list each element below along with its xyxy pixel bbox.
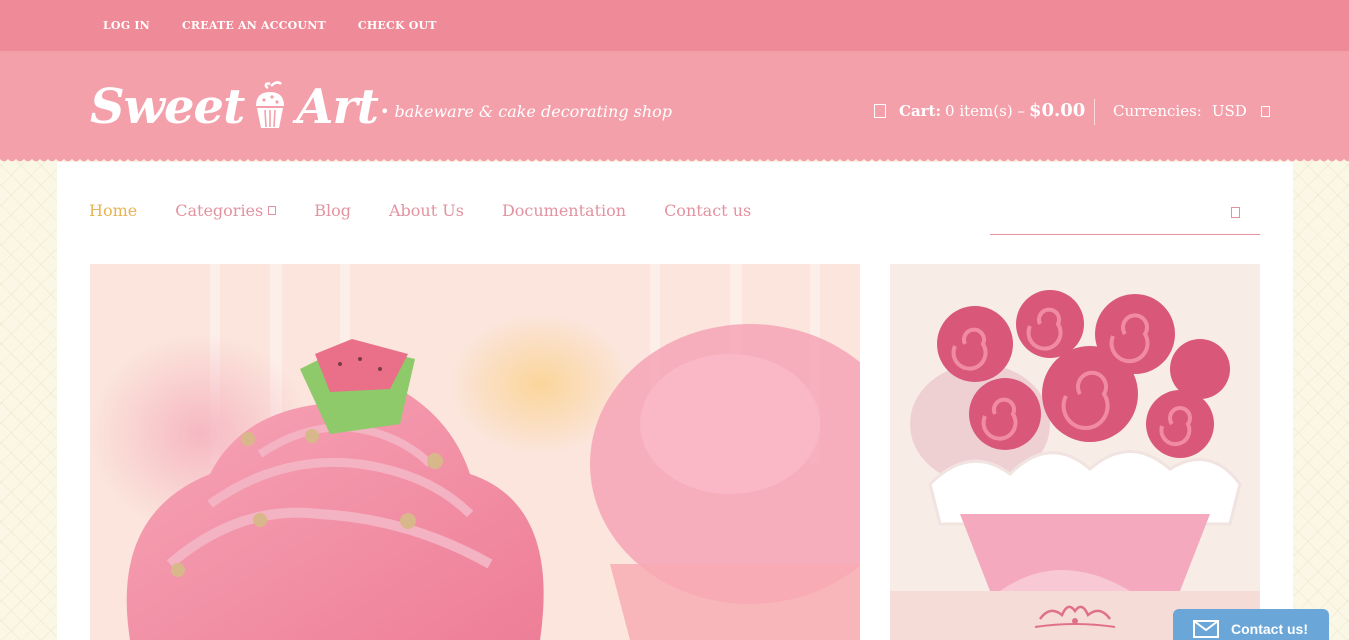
main-nav: Home Categories Blog About Us Documentat… [89, 201, 789, 220]
nav-item-home[interactable]: Home [89, 201, 137, 220]
nav-item-categories[interactable]: Categories [175, 201, 277, 220]
cart-item-count: 0 item(s) – [945, 101, 1025, 120]
site-header: Sweet Art • bakeware & cake decorating s… [0, 51, 1349, 165]
checkout-link[interactable]: CHECK OUT [358, 19, 437, 32]
nav-item-contact-us[interactable]: Contact us [664, 201, 751, 220]
chevron-down-icon [268, 206, 277, 215]
contact-widget-label: Contact us! [1231, 621, 1308, 637]
cart-label: Cart: [899, 101, 942, 120]
cupcake-photo [90, 264, 860, 640]
cart-total: $0.00 [1028, 100, 1086, 121]
cart-icon [874, 103, 886, 118]
logo-word-art: Art [296, 79, 379, 135]
search-box [990, 195, 1260, 235]
create-account-link[interactable]: CREATE AN ACCOUNT [182, 19, 326, 32]
search-input[interactable] [990, 195, 1220, 231]
search-icon[interactable] [1231, 207, 1240, 218]
nav-item-blog[interactable]: Blog [314, 201, 351, 220]
currency-label: Currencies: [1113, 102, 1202, 120]
hero-banner-image[interactable] [90, 264, 860, 640]
chevron-down-icon [1260, 105, 1270, 117]
currency-selector[interactable]: Currencies: USD [1113, 102, 1270, 120]
site-logo[interactable]: Sweet Art [90, 77, 379, 137]
currency-value: USD [1211, 102, 1247, 120]
header-divider [1094, 99, 1095, 125]
nav-item-about-us[interactable]: About Us [389, 201, 464, 220]
side-banner-image[interactable] [890, 264, 1260, 640]
cart-summary[interactable]: Cart: 0 item(s) – $0.00 [874, 100, 1085, 121]
site-tagline: • bakeware & cake decorating shop [380, 102, 673, 121]
contact-us-widget-button[interactable]: Contact us! [1173, 609, 1329, 640]
login-link[interactable]: LOG IN [103, 19, 150, 32]
logo-word-sweet: Sweet [90, 79, 245, 135]
nav-item-label: Categories [175, 201, 264, 220]
top-bar: LOG IN CREATE AN ACCOUNT CHECK OUT [0, 0, 1349, 51]
rose-cupcake-photo [890, 264, 1260, 591]
mail-icon [1193, 620, 1219, 638]
nav-item-documentation[interactable]: Documentation [502, 201, 626, 220]
cupcake-icon [256, 81, 285, 128]
